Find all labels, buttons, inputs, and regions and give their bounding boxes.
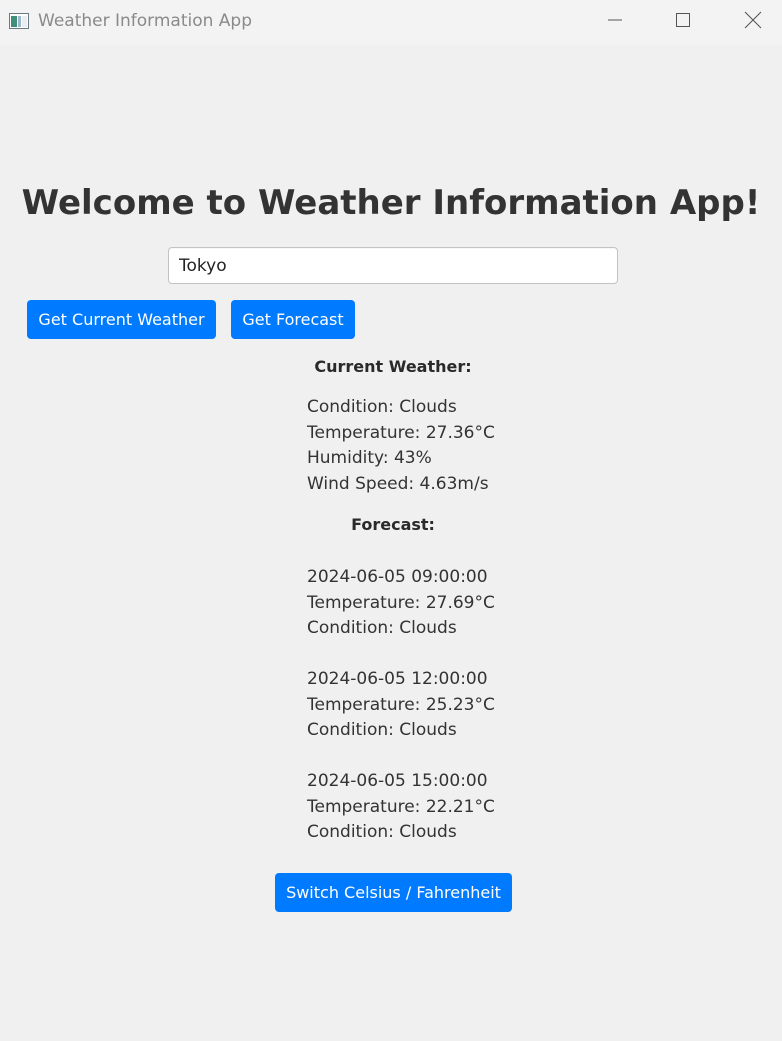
forecast-list: 2024-06-05 09:00:00 Temperature: 27.69°C…: [307, 565, 495, 846]
forecast-datetime: 2024-06-05 15:00:00: [307, 771, 488, 791]
welcome-heading: Welcome to Weather Information App!: [21, 183, 761, 223]
forecast-temperature: Temperature: 25.23°C: [307, 694, 495, 715]
minimize-icon: [607, 12, 623, 32]
forecast-condition: Condition: Clouds: [307, 822, 457, 842]
title-bar[interactable]: Weather Information App: [0, 0, 782, 45]
current-humidity: Humidity: 43%: [307, 448, 432, 468]
current-weather-info: Condition: Clouds Temperature: 27.36°C H…: [307, 395, 495, 497]
get-current-weather-button[interactable]: Get Current Weather: [27, 300, 216, 339]
current-temperature: Temperature: 27.36°C: [307, 422, 495, 443]
forecast-entry: 2024-06-05 09:00:00 Temperature: 27.69°C…: [307, 565, 495, 642]
minimize-button[interactable]: [592, 0, 638, 44]
switch-units-button[interactable]: Switch Celsius / Fahrenheit: [275, 873, 512, 912]
current-wind-speed: Wind Speed: 4.63m/s: [307, 473, 489, 494]
forecast-heading: Forecast:: [351, 515, 435, 534]
app-window-icon: [9, 13, 29, 29]
forecast-entry: 2024-06-05 15:00:00 Temperature: 22.21°C…: [307, 769, 495, 846]
forecast-condition: Condition: Clouds: [307, 618, 457, 638]
maximize-button[interactable]: [660, 0, 706, 44]
current-condition: Condition: Clouds: [307, 397, 457, 417]
app-window: Weather Information App Welcome to Weath…: [0, 0, 782, 1041]
city-input[interactable]: [168, 247, 618, 284]
forecast-temperature: Temperature: 22.21°C: [307, 796, 495, 817]
close-icon: [744, 11, 762, 33]
forecast-temperature: Temperature: 27.69°C: [307, 592, 495, 613]
forecast-condition: Condition: Clouds: [307, 720, 457, 740]
forecast-datetime: 2024-06-05 09:00:00: [307, 567, 488, 587]
get-forecast-button[interactable]: Get Forecast: [231, 300, 355, 339]
current-weather-heading: Current Weather:: [314, 357, 472, 376]
close-button[interactable]: [730, 0, 776, 44]
maximize-icon: [675, 12, 691, 32]
window-title: Weather Information App: [38, 11, 253, 31]
forecast-entry: 2024-06-05 12:00:00 Temperature: 25.23°C…: [307, 667, 495, 744]
forecast-datetime: 2024-06-05 12:00:00: [307, 669, 488, 689]
